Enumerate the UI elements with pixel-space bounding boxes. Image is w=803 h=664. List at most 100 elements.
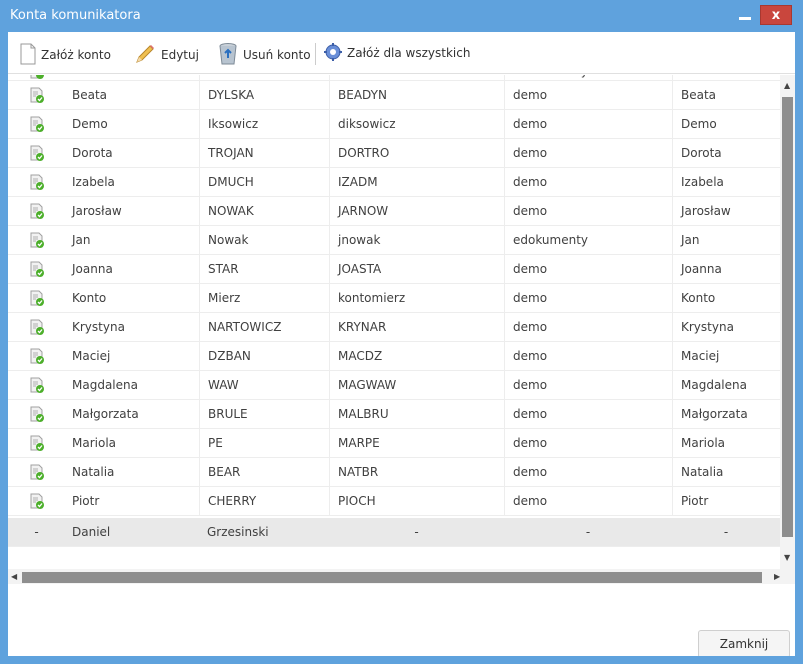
login-cell: DORTRO [329,139,504,168]
create-for-all-label: Załóż dla wszystkich [347,46,471,60]
toolbar: Załóż konto Edytuj Usuń konto Załóż dla … [8,32,795,74]
last-name-cell: CHERRY [199,487,329,516]
toolbar-separator [315,43,316,65]
edit-label: Edytuj [161,48,199,62]
login-cell: NATBR [329,458,504,487]
account-document-check-icon [30,203,44,222]
table-row[interactable]: Mariola PE MARPE demo Mariola [8,429,780,458]
group-cell: - [585,525,591,539]
scroll-left-icon[interactable]: ◀ [11,572,17,581]
table-row[interactable]: Beata DYLSKA BEADYN demo Beata [8,81,780,110]
table-row[interactable]: Krystyna NARTOWICZ KRYNAR demo Krystyna [8,313,780,342]
group-cell: edokumenty [504,226,672,255]
last-name-cell: Nowak [199,226,329,255]
display-name-cell: Krystyna [672,313,780,342]
horizontal-scrollbar[interactable]: ◀ ▶ [8,569,795,584]
horizontal-scroll-thumb[interactable] [22,572,762,583]
accounts-grid: Barbara Cacko bcacko edokumenty Barbara … [8,75,780,559]
scroll-up-icon[interactable]: ▲ [784,81,790,90]
close-button[interactable]: Zamknij [698,630,790,656]
first-name-cell: Beata [72,88,108,102]
minimize-icon[interactable] [737,10,753,22]
last-name-cell: BRULE [199,400,329,429]
login-cell: jnowak [329,226,504,255]
last-name-cell: NOWAK [199,197,329,226]
account-document-check-icon [30,319,44,338]
first-name-cell: Piotr [72,494,100,508]
create-account-button[interactable]: Załóż konto [20,40,111,70]
row-icon-cell [8,371,65,400]
table-row[interactable]: Małgorzata BRULE MALBRU demo Małgorzata [8,400,780,429]
row-icon-cell [8,284,65,313]
vertical-scroll-thumb[interactable] [782,97,793,537]
login-cell: JOASTA [329,255,504,284]
table-row-no-account[interactable]: - Daniel Grzesinski - - - [8,518,780,547]
close-icon[interactable]: x [760,5,792,25]
row-icon-cell [8,342,65,371]
login-cell: diksowicz [329,110,504,139]
last-name-cell: STAR [199,255,329,284]
login-cell: MARPE [329,429,504,458]
table-row[interactable]: Dorota TROJAN DORTRO demo Dorota [8,139,780,168]
login-cell: PIOCH [329,487,504,516]
scroll-right-icon[interactable]: ▶ [774,572,780,581]
table-row[interactable]: Jarosław NOWAK JARNOW demo Jarosław [8,197,780,226]
vertical-scrollbar[interactable]: ▲ ▼ [780,75,795,569]
display-name-cell: - [723,525,729,539]
create-for-all-button[interactable]: Załóż dla wszystkich [324,38,470,68]
first-name-cell: Maciej [72,349,111,363]
row-icon-cell [8,487,65,516]
table-row[interactable]: Joanna STAR JOASTA demo Joanna [8,255,780,284]
display-name-cell: Beata [672,81,780,110]
account-document-check-icon [30,348,44,367]
display-name-cell: Dorota [672,139,780,168]
group-cell: demo [504,255,672,284]
first-name-cell: Magdalena [72,378,138,392]
table-row[interactable]: Natalia BEAR NATBR demo Natalia [8,458,780,487]
row-icon-cell [8,197,65,226]
row-marker-cell: - [34,525,39,539]
last-name-cell: NARTOWICZ [199,313,329,342]
title-bar[interactable]: Konta komunikatora x [8,0,795,32]
display-name-cell: Izabela [672,168,780,197]
display-name-cell: Demo [672,110,780,139]
table-row[interactable]: Konto Mierz kontomierz demo Konto [8,284,780,313]
group-cell: demo [504,139,672,168]
login-cell: MACDZ [329,342,504,371]
row-icon-cell [8,226,65,255]
scroll-down-icon[interactable]: ▼ [784,553,790,562]
group-cell: demo [504,371,672,400]
first-name-cell: Izabela [72,175,115,189]
group-cell: demo [504,429,672,458]
row-icon-cell [8,139,65,168]
table-row[interactable]: Magdalena WAW MAGWAW demo Magdalena [8,371,780,400]
row-icon-cell [8,429,65,458]
display-name-cell: Jarosław [672,197,780,226]
delete-account-button[interactable]: Usuń konto [218,40,311,70]
row-icon-cell [8,110,65,139]
first-name-cell: Natalia [72,465,115,479]
table-row[interactable]: Maciej DZBAN MACDZ demo Maciej [8,342,780,371]
group-cell: demo [504,400,672,429]
last-name-cell: BEAR [199,458,329,487]
gear-icon [324,42,342,64]
account-document-check-icon [30,435,44,454]
display-name-cell: Natalia [672,458,780,487]
group-cell: demo [504,81,672,110]
group-cell: demo [504,487,672,516]
table-row[interactable]: Jan Nowak jnowak edokumenty Jan [8,226,780,255]
last-name-cell: Mierz [199,284,329,313]
display-name-cell: Mariola [672,429,780,458]
last-name-cell: Grzesinski [207,525,269,539]
first-name-cell: Krystyna [72,320,125,334]
edit-button[interactable]: Edytuj [134,40,199,70]
first-name-cell: Jarosław [72,204,122,218]
group-cell: demo [504,313,672,342]
display-name-cell: Maciej [672,342,780,371]
table-row[interactable]: Demo Iksowicz diksowicz demo Demo [8,110,780,139]
table-row[interactable]: Izabela DMUCH IZADM demo Izabela [8,168,780,197]
last-name-cell: TROJAN [199,139,329,168]
first-name-cell: Konto [72,291,107,305]
table-row[interactable]: Piotr CHERRY PIOCH demo Piotr [8,487,780,516]
login-cell: JARNOW [329,197,504,226]
